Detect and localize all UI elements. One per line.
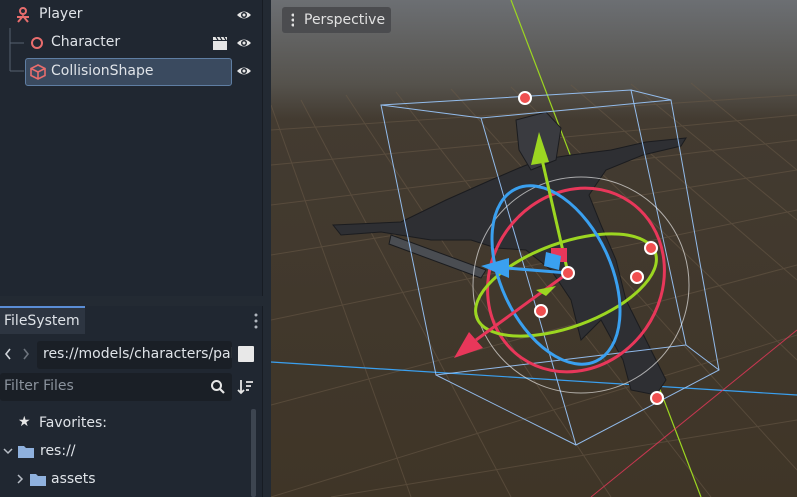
view-mode-label: Perspective [304,12,386,28]
forward-arrow-icon[interactable] [21,347,31,361]
cube-node-icon [30,64,46,80]
back-arrow-icon[interactable] [3,347,13,361]
panel-menu-icon[interactable] [253,312,259,330]
path-value: res://models/characters/pal [43,346,232,362]
chevron-down-icon[interactable] [3,447,13,455]
scrollbar[interactable] [251,409,256,497]
tree-item-label: res:// [40,443,76,459]
tree-item-label: Player [39,6,83,22]
visibility-eye-icon[interactable] [236,7,252,23]
scene-tree-panel: Player Character CollisionShape [0,0,263,296]
tab-filesystem[interactable]: FileSystem [0,306,85,334]
filesystem-panel: FileSystem res://models/characters/pal F… [0,306,263,497]
star-icon: ★ [18,414,31,430]
player-node-icon [17,7,29,23]
tree-item-label: CollisionShape [51,63,154,79]
kebab-menu-icon [291,13,294,27]
tree-item-res-root[interactable]: res:// [0,439,240,465]
search-icon [211,380,225,394]
folder-icon [18,446,34,458]
tree-item-label: Character [51,34,121,50]
tree-item-character[interactable]: Character [0,30,262,56]
folder-icon [30,474,46,486]
left-dock: Player Character CollisionShape FileSyst… [0,0,271,497]
circle-node-icon [31,37,43,49]
filter-files-input[interactable]: Filter Files [0,373,232,401]
tree-item-label: assets [51,471,96,487]
tab-label: FileSystem [4,313,80,329]
tree-item-player[interactable]: Player [0,2,262,28]
3d-viewport[interactable]: Perspective [271,0,797,497]
sort-icon[interactable] [237,378,255,396]
tree-item-label: Favorites: [39,415,107,431]
visibility-eye-icon[interactable] [236,35,252,51]
scene-clapper-icon[interactable] [212,35,228,51]
file-tree: ★ Favorites: res:// assets [0,409,250,497]
tree-item-assets[interactable]: assets [0,467,240,493]
perspective-menu-button[interactable]: Perspective [282,7,392,33]
tree-item-collisionshape[interactable]: CollisionShape [25,58,232,86]
path-input[interactable]: res://models/characters/pal [37,341,232,369]
viewport-scene [271,0,797,497]
filter-placeholder: Filter Files [4,378,74,394]
chevron-right-icon[interactable] [16,474,24,484]
view-toggle-icon[interactable] [238,346,254,362]
visibility-eye-icon[interactable] [236,63,252,79]
